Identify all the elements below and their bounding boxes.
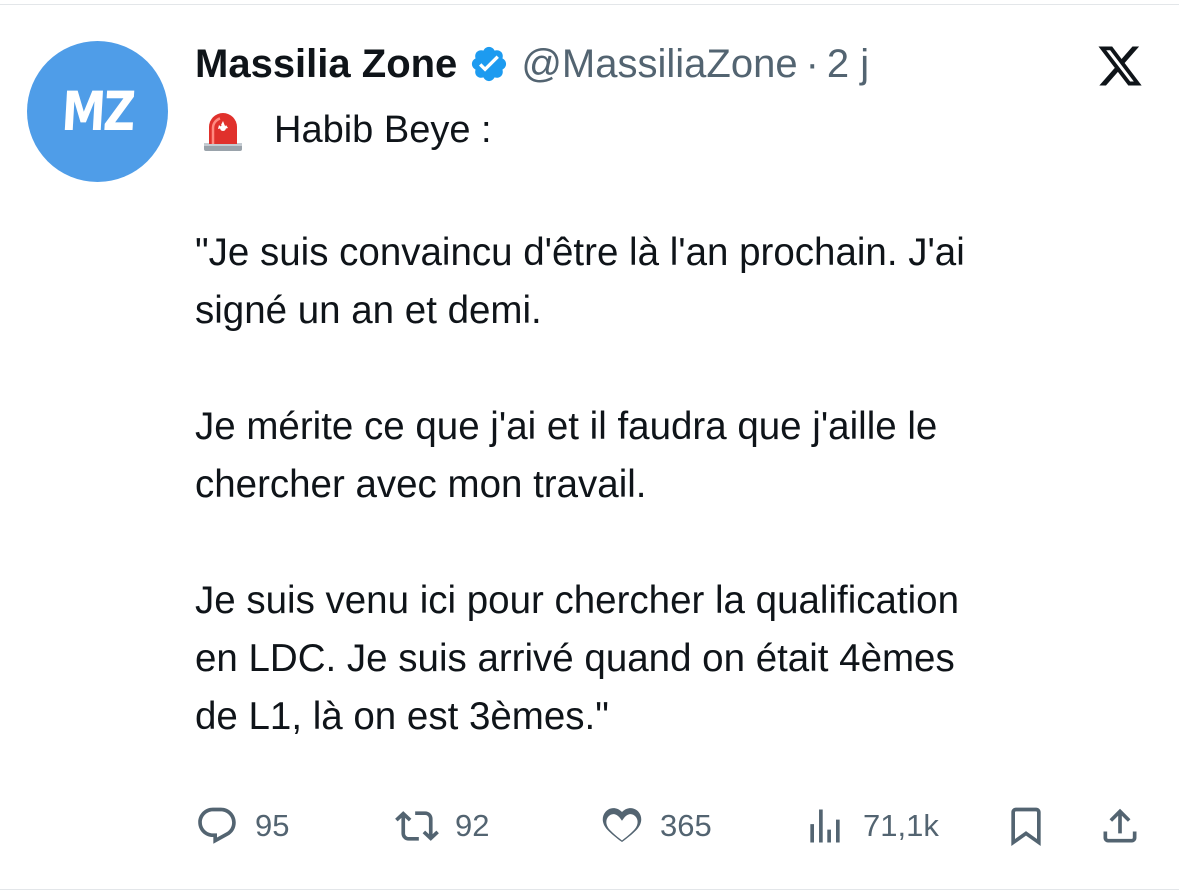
tweet-text: "Je suis convaincu d'être là l'an procha… <box>195 224 1160 804</box>
tweet-action-bar: 95 92 365 71,1k <box>0 798 1179 854</box>
retweet-icon <box>395 811 439 841</box>
reply-icon <box>198 807 236 844</box>
avatar[interactable]: MZ <box>27 41 168 182</box>
like-count: 365 <box>660 808 712 843</box>
tweet-paragraph: Je suis venu ici pour chercher la qualif… <box>195 579 959 738</box>
retweet-button[interactable]: 92 <box>395 798 489 854</box>
tweet-timestamp[interactable]: 2 j <box>827 42 869 87</box>
verified-badge-icon <box>469 44 509 84</box>
user-handle[interactable]: @MassiliaZone <box>521 42 797 87</box>
display-name[interactable]: Massilia Zone <box>195 42 457 87</box>
tweet-paragraph: Je mérite ce que j'ai et il faudra que j… <box>195 405 938 506</box>
bookmark-button[interactable] <box>1004 798 1048 854</box>
tweet-title-row: Habib Beye : <box>200 104 492 156</box>
like-button[interactable]: 365 <box>600 798 712 854</box>
views-button[interactable]: 71,1k <box>803 798 939 854</box>
x-logo-icon <box>1096 42 1144 90</box>
share-button[interactable] <box>1098 798 1142 854</box>
top-divider <box>0 4 1179 5</box>
views-count: 71,1k <box>863 808 939 843</box>
share-icon <box>1103 808 1137 843</box>
siren-emoji-icon <box>200 107 246 153</box>
retweet-count: 92 <box>455 808 490 843</box>
heart-icon <box>602 808 642 843</box>
avatar-logo-text: MZ <box>60 80 135 143</box>
reply-button[interactable]: 95 <box>195 798 289 854</box>
bookmark-icon <box>1011 807 1041 847</box>
tweet-title: Habib Beye : <box>274 108 492 151</box>
header-separator: · <box>805 41 819 86</box>
views-chart-icon <box>810 809 840 843</box>
reply-count: 95 <box>255 808 290 843</box>
bottom-divider <box>0 889 1179 890</box>
tweet-paragraph: "Je suis convaincu d'être là l'an procha… <box>195 231 965 332</box>
tweet-header: Massilia Zone @MassiliaZone · 2 j <box>195 36 869 92</box>
